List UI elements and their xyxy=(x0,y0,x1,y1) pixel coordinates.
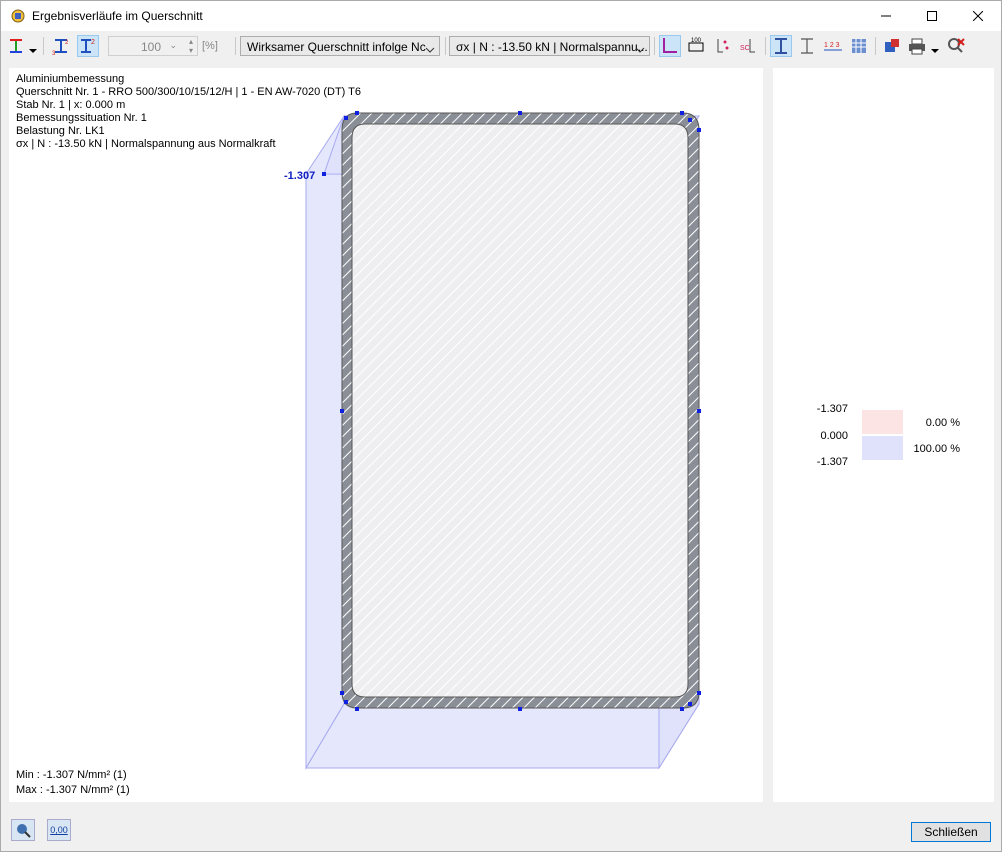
section-axes-icon: 32 xyxy=(52,39,69,56)
svg-text:2: 2 xyxy=(65,40,69,46)
separator xyxy=(765,37,766,55)
magnifier-icon xyxy=(17,824,31,838)
export-icon xyxy=(885,39,899,52)
stress-points-icon xyxy=(717,39,729,53)
section-outline-button[interactable] xyxy=(770,35,792,57)
close-window-button[interactable] xyxy=(955,1,1001,31)
bottom-bar: 0,00 Schließen xyxy=(1,809,1001,851)
legend-value-mid: 0.000 xyxy=(820,430,848,442)
app-icon xyxy=(11,9,25,23)
print-dropdown-arrow-icon[interactable] xyxy=(931,43,939,57)
table-icon xyxy=(852,39,866,53)
zoom-value: 100 xyxy=(140,40,161,54)
legend-panel: -1.307 0.000 -1.307 0.00 % 100.00 % xyxy=(773,68,994,802)
title-bar: Ergebnisverläufe im Querschnitt xyxy=(1,1,1001,31)
separator xyxy=(235,37,236,55)
table-button[interactable] xyxy=(848,35,870,57)
legend-value-bottom: -1.307 xyxy=(816,456,848,468)
min-value: Min : -1.307 N/mm² (1) xyxy=(16,769,127,781)
section-view-button[interactable]: 32 xyxy=(50,35,72,57)
separator xyxy=(43,37,44,55)
section-color-button[interactable] xyxy=(6,35,28,57)
close-icon xyxy=(973,11,983,21)
search-cancel-icon xyxy=(948,38,965,53)
maximize-button[interactable] xyxy=(909,1,955,31)
legend-percent-positive: 0.00 % xyxy=(925,417,960,429)
chevron-down-icon xyxy=(635,42,645,55)
close-button[interactable]: Schließen xyxy=(911,822,991,842)
spin-arrows-icon: ▴ ▾ xyxy=(188,37,193,55)
section-color-icon xyxy=(10,39,22,53)
result-type-value: σx | N : -13.50 kN | Normalspannu... xyxy=(456,40,648,54)
svg-text:2: 2 xyxy=(91,39,95,46)
decimal-places-button[interactable]: 0,00 xyxy=(47,819,71,841)
maximize-icon xyxy=(927,11,937,21)
chevron-down-icon xyxy=(425,42,435,55)
export-button[interactable] xyxy=(881,35,903,57)
view-options-button[interactable] xyxy=(11,819,35,841)
stress-points-button[interactable] xyxy=(712,35,734,57)
max-value: Max : -1.307 N/mm² (1) xyxy=(16,784,130,796)
effective-section-button[interactable]: 2 xyxy=(77,35,99,57)
effective-section-icon: 2 xyxy=(81,39,95,53)
print-button[interactable] xyxy=(906,35,928,57)
result-type-select[interactable]: σx | N : -13.50 kN | Normalspannu... xyxy=(449,36,650,56)
corner-section-icon xyxy=(663,38,677,53)
minimize-icon xyxy=(881,15,891,17)
show-section-button[interactable] xyxy=(659,35,681,57)
dropdown-arrow-icon[interactable] xyxy=(29,43,37,57)
chevron-down-icon: ⌄ xyxy=(169,40,177,50)
dimension-icon: 100 xyxy=(688,38,704,52)
i-beam-outline-icon xyxy=(801,38,813,54)
separator xyxy=(875,37,876,55)
minimize-button[interactable] xyxy=(863,1,909,31)
window: Ergebnisverläufe im Querschnitt 32 2 100… xyxy=(0,0,1002,852)
section-thin-button[interactable] xyxy=(796,35,818,57)
zoom-spinner[interactable]: 100 ⌄ ▴ ▾ xyxy=(108,36,198,56)
section-type-value: Wirksamer Querschnitt infolge Nc xyxy=(247,40,426,54)
window-title: Ergebnisverläufe im Querschnitt xyxy=(32,9,203,23)
decimal-places-icon: 0,00 xyxy=(50,825,68,835)
svg-text:1 2 3: 1 2 3 xyxy=(824,42,840,49)
centroid-button[interactable]: SC xyxy=(737,35,759,57)
numbering-button[interactable]: 1 2 3 xyxy=(822,35,844,57)
min-max-block: Min : -1.307 N/mm² (1) Max : -1.307 N/mm… xyxy=(16,768,130,798)
svg-text:SC: SC xyxy=(740,45,750,52)
legend-value-top: -1.307 xyxy=(816,403,848,415)
separator xyxy=(654,37,655,55)
zoom-unit: [%] xyxy=(202,40,218,52)
centroid-icon: SC xyxy=(740,39,755,53)
stress-value-label: -1.307 xyxy=(284,170,315,182)
dimension-button[interactable]: 100 xyxy=(685,35,707,57)
toolbar: 32 2 100 ⌄ ▴ ▾ [%] Wirksamer Querschnitt … xyxy=(1,32,1001,60)
reset-button[interactable] xyxy=(945,35,967,57)
section-type-select[interactable]: Wirksamer Querschnitt infolge Nc xyxy=(240,36,440,56)
legend-percent-negative: 100.00 % xyxy=(913,443,960,455)
i-beam-icon xyxy=(775,38,787,54)
rhs-section xyxy=(341,112,700,709)
numbering-icon: 1 2 3 xyxy=(824,42,842,51)
cross-section-diagram: -1.307 xyxy=(284,111,701,770)
diagram-canvas[interactable]: Aluminiumbemessung Querschnitt Nr. 1 - R… xyxy=(9,68,763,802)
separator xyxy=(445,37,446,55)
printer-icon xyxy=(909,38,925,55)
svg-text:100: 100 xyxy=(691,38,702,44)
